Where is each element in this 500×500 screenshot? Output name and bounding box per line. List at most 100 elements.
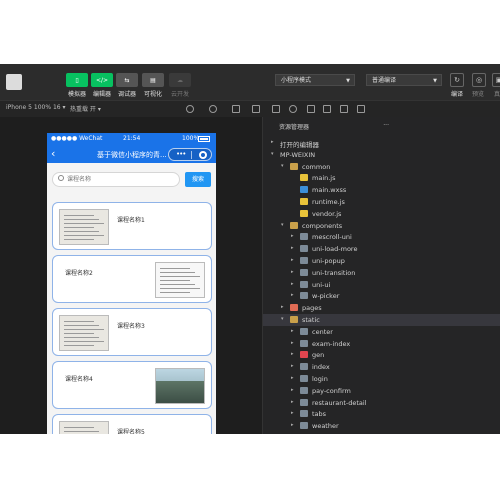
avatar[interactable] bbox=[6, 74, 22, 90]
more-dots-icon[interactable]: ••• bbox=[176, 150, 186, 158]
chevron-down-icon[interactable]: ▾ bbox=[271, 151, 274, 157]
chevron-right-icon[interactable]: ▸ bbox=[291, 269, 294, 275]
branch-icon[interactable] bbox=[307, 105, 315, 113]
tree-item-label: exam-index bbox=[312, 339, 351, 348]
chevron-down-icon[interactable]: ▾ bbox=[281, 163, 284, 169]
course-card[interactable]: 课程名称1 bbox=[52, 202, 212, 250]
chevron-right-icon[interactable]: ▸ bbox=[291, 387, 294, 393]
hot-reload-toggle[interactable]: 热重载 开 ▾ bbox=[70, 104, 101, 113]
tree-item[interactable]: ▸ weather bbox=[263, 420, 500, 432]
copy-icon[interactable] bbox=[252, 105, 260, 113]
tree-item[interactable]: ▸ w-picker bbox=[263, 290, 500, 302]
phone-icon[interactable] bbox=[232, 105, 240, 113]
extensions-icon[interactable] bbox=[340, 105, 348, 113]
simulator-panel: ●●●●● WeChat 21:54 100% ‹ 基于微信小程序的青... •… bbox=[0, 117, 262, 434]
chevron-right-icon[interactable]: ▸ bbox=[291, 292, 294, 298]
mode-select[interactable]: 小程序模式 ▼ bbox=[275, 74, 355, 86]
compile-select-value: 普通编译 bbox=[372, 77, 397, 84]
stop-icon[interactable] bbox=[186, 105, 194, 113]
tree-item[interactable]: ▾ static bbox=[263, 314, 500, 326]
chevron-down-icon[interactable]: ▾ bbox=[281, 222, 284, 228]
course-card[interactable]: 课程名称4 bbox=[52, 361, 212, 409]
toolbar-button-1[interactable]: </> bbox=[91, 73, 113, 87]
tree-item[interactable]: runtime.js bbox=[263, 196, 500, 208]
preview-label: 预览 bbox=[472, 91, 485, 98]
folder-icon bbox=[300, 292, 308, 300]
chevron-right-icon[interactable]: ▸ bbox=[291, 363, 294, 369]
chevron-right-icon[interactable]: ▸ bbox=[291, 375, 294, 381]
tree-item[interactable]: ▸ 打开的编辑器 bbox=[263, 137, 500, 149]
toolbar-button-0[interactable]: ▯ bbox=[66, 73, 88, 87]
course-card[interactable]: 课程名称5 bbox=[52, 414, 212, 434]
real-device-icon[interactable]: ▣ bbox=[492, 73, 500, 87]
course-search-box[interactable] bbox=[52, 172, 180, 187]
compile-select[interactable]: 普通编译 ▼ bbox=[366, 74, 442, 86]
preview-icon[interactable]: ◎ bbox=[472, 73, 486, 87]
tree-item[interactable]: ▾ components bbox=[263, 220, 500, 232]
tree-item[interactable]: ▸ index bbox=[263, 361, 500, 373]
course-card[interactable]: 课程名称3 bbox=[52, 308, 212, 356]
tree-item[interactable]: ▸ tabs bbox=[263, 408, 500, 420]
more-options-icon[interactable]: ··· bbox=[383, 122, 389, 129]
tree-item[interactable]: ▸ pay-confirm bbox=[263, 385, 500, 397]
tree-item[interactable]: ▸ pages bbox=[263, 302, 500, 314]
tree-item-label: mescroll-uni bbox=[312, 233, 352, 242]
tree-item[interactable]: ▸ login bbox=[263, 373, 500, 385]
tree-item[interactable]: ▸ uni-load-more bbox=[263, 243, 500, 255]
device-select[interactable]: iPhone 5 100% 16 ▾ bbox=[6, 104, 66, 111]
record-icon[interactable] bbox=[209, 105, 217, 113]
search-input[interactable] bbox=[67, 174, 167, 185]
toolbar-button-4[interactable]: ☁ bbox=[169, 73, 191, 87]
chevron-right-icon[interactable]: ▸ bbox=[271, 139, 274, 145]
course-name: 课程名称2 bbox=[65, 270, 93, 277]
tree-item[interactable]: ▸ uni-ui bbox=[263, 279, 500, 291]
layout-icon[interactable] bbox=[357, 105, 365, 113]
course-name: 课程名称3 bbox=[117, 323, 145, 330]
tree-item[interactable]: ▸ uni-popup bbox=[263, 255, 500, 267]
file-explorer: 资源管理器 ··· ▸ 打开的编辑器 ▾ MP-WEIXIN ▾ common main.j… bbox=[262, 117, 500, 442]
chevron-right-icon[interactable]: ▸ bbox=[291, 410, 294, 416]
main-toolbar: ▯ 模拟器 </> 编辑器 ⇆ 调试器 ▤ 可视化 ☁ 云开发 小程序模式 ▼ 普通编译 ▼ ↻ … bbox=[0, 64, 500, 100]
search-button[interactable]: 搜索 bbox=[185, 172, 211, 187]
toolbar-button-3[interactable]: ▤ bbox=[142, 73, 164, 87]
back-arrow-icon[interactable]: ‹ bbox=[51, 147, 55, 160]
folder-icon bbox=[300, 339, 308, 347]
course-name: 课程名称5 bbox=[117, 429, 145, 434]
tree-item[interactable]: vendor.js bbox=[263, 208, 500, 220]
refresh-icon[interactable]: ↻ bbox=[450, 73, 464, 87]
debug-icon[interactable] bbox=[323, 105, 331, 113]
chevron-right-icon[interactable]: ▸ bbox=[291, 351, 294, 357]
chevron-right-icon[interactable]: ▸ bbox=[291, 257, 294, 263]
tree-item[interactable]: ▸ gen bbox=[263, 349, 500, 361]
chevron-right-icon[interactable]: ▸ bbox=[291, 422, 294, 428]
tree-item[interactable]: ▸ uni-transition bbox=[263, 267, 500, 279]
tree-item-label: runtime.js bbox=[312, 198, 345, 206]
tree-item[interactable]: ▾ common bbox=[263, 161, 500, 173]
tree-item[interactable]: ▾ MP-WEIXIN bbox=[263, 149, 500, 161]
close-circle-icon[interactable] bbox=[199, 151, 207, 159]
toolbar-button-2[interactable]: ⇆ bbox=[116, 73, 138, 87]
tree-item-label: w-picker bbox=[312, 292, 340, 301]
tree-item[interactable]: ▸ mescroll-uni bbox=[263, 231, 500, 243]
tree-item[interactable]: main.wxss bbox=[263, 184, 500, 196]
chevron-right-icon[interactable]: ▸ bbox=[281, 304, 284, 310]
chevron-right-icon[interactable]: ▸ bbox=[291, 233, 294, 239]
tree-item[interactable]: ▸ restaurant-detail bbox=[263, 397, 500, 409]
tree-item[interactable]: main.js bbox=[263, 172, 500, 184]
course-card[interactable]: 课程名称2 bbox=[52, 255, 212, 303]
folder-red-icon bbox=[300, 351, 308, 359]
search-icon[interactable] bbox=[289, 105, 297, 113]
chevron-right-icon[interactable]: ▸ bbox=[291, 245, 294, 251]
chevron-right-icon[interactable]: ▸ bbox=[291, 328, 294, 334]
chevron-right-icon[interactable]: ▸ bbox=[291, 340, 294, 346]
search-icon bbox=[58, 175, 64, 181]
tree-item[interactable]: ▸ exam-index bbox=[263, 338, 500, 350]
mini-program-capsule[interactable]: ••• bbox=[168, 148, 212, 161]
pages-icon[interactable] bbox=[272, 105, 280, 113]
tree-item-label: pages bbox=[302, 304, 322, 313]
folder-icon bbox=[300, 363, 308, 371]
chevron-down-icon[interactable]: ▾ bbox=[281, 316, 284, 322]
chevron-right-icon[interactable]: ▸ bbox=[291, 399, 294, 405]
chevron-right-icon[interactable]: ▸ bbox=[291, 281, 294, 287]
tree-item[interactable]: ▸ center bbox=[263, 326, 500, 338]
